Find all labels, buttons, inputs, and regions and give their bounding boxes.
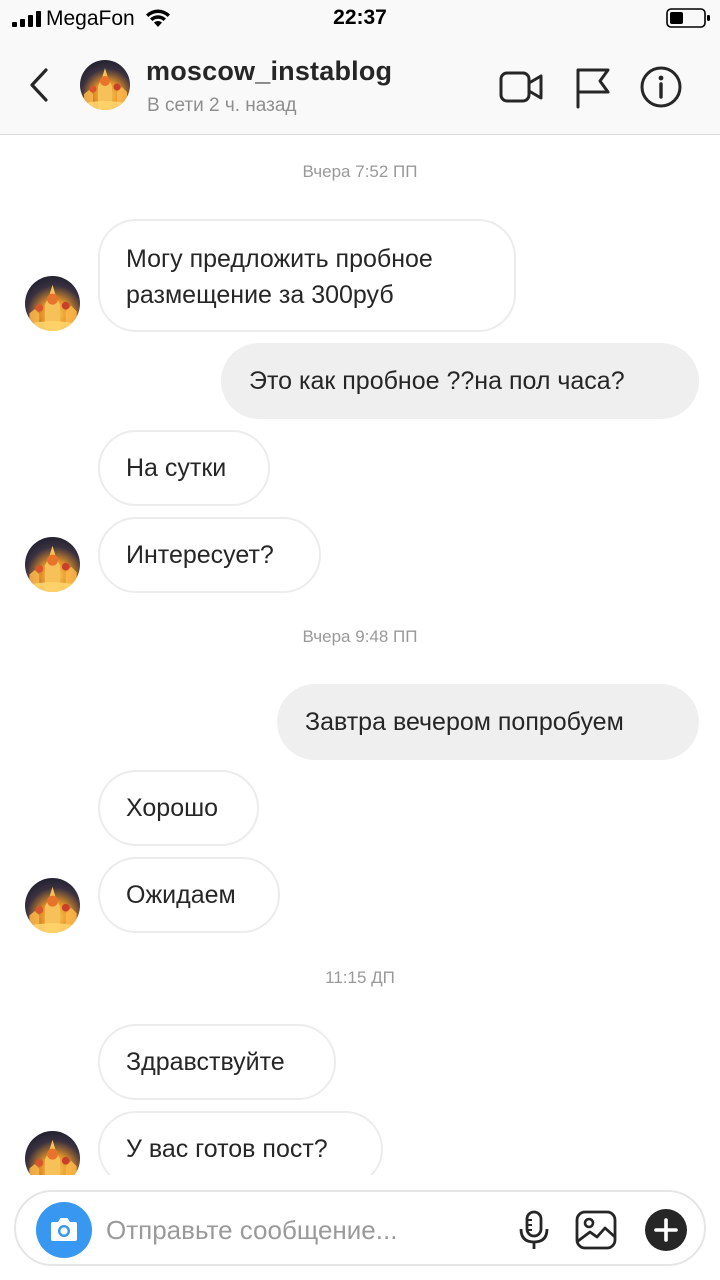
camera-button[interactable] bbox=[36, 1202, 92, 1258]
outgoing-message[interactable]: Это как пробное ??на пол часа? bbox=[221, 343, 699, 419]
incoming-message[interactable]: Хорошо bbox=[98, 770, 259, 846]
timestamp: 11:15 ДП bbox=[325, 968, 395, 987]
info-icon[interactable] bbox=[638, 64, 684, 110]
incoming-message[interactable]: На сутки bbox=[98, 430, 270, 506]
outgoing-message[interactable]: Завтра вечером попробуем bbox=[277, 684, 699, 760]
avatar[interactable] bbox=[25, 537, 80, 592]
microphone-icon[interactable] bbox=[512, 1208, 556, 1252]
back-chevron-icon[interactable] bbox=[22, 62, 56, 108]
incoming-message[interactable]: У вас готов пост? bbox=[98, 1111, 383, 1175]
avatar[interactable] bbox=[25, 1131, 80, 1175]
message-input[interactable] bbox=[106, 1200, 506, 1260]
timestamp: Вчера 9:48 ПП bbox=[302, 627, 418, 646]
battery-icon bbox=[666, 8, 710, 28]
chat-username[interactable]: moscow_instablog bbox=[146, 56, 392, 87]
clock: 22:37 bbox=[333, 6, 387, 29]
incoming-message[interactable]: Ожидаем bbox=[98, 857, 280, 933]
plus-icon[interactable] bbox=[644, 1208, 688, 1252]
incoming-message[interactable]: Интересует? bbox=[98, 517, 321, 593]
incoming-message[interactable]: Здравствуйте bbox=[98, 1024, 336, 1100]
message-text-line: размещение за 300руб bbox=[126, 281, 394, 309]
avatar[interactable] bbox=[25, 276, 80, 331]
avatar[interactable] bbox=[80, 60, 130, 110]
flag-icon[interactable] bbox=[570, 64, 616, 110]
online-status: В сети 2 ч. назад bbox=[147, 95, 297, 116]
incoming-message[interactable]: Могу предложить пробное размещение за 30… bbox=[98, 219, 516, 332]
video-camera-icon[interactable] bbox=[498, 64, 544, 110]
message-composer bbox=[14, 1190, 706, 1266]
chat-header: moscow_instablog В сети 2 ч. назад bbox=[0, 38, 720, 135]
camera-icon bbox=[51, 1218, 77, 1241]
image-icon[interactable] bbox=[574, 1208, 618, 1252]
avatar[interactable] bbox=[25, 878, 80, 933]
message-thread[interactable]: Вчера 7:52 ПП Могу предложить пробное ра… bbox=[0, 135, 720, 1175]
message-text-line: Могу предложить пробное bbox=[126, 245, 433, 273]
timestamp: Вчера 7:52 ПП bbox=[302, 162, 418, 181]
status-bar: MegaFon 22:37 bbox=[0, 0, 720, 38]
